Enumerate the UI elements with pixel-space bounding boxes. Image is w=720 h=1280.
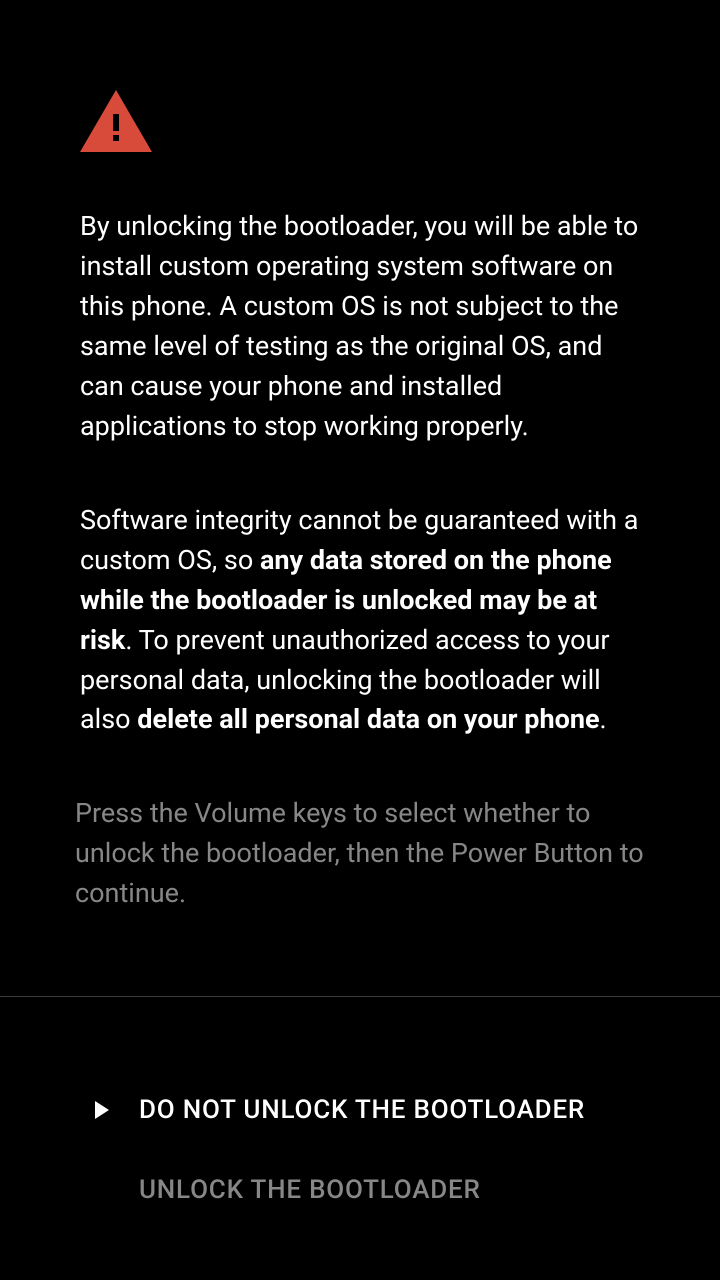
warning-paragraph-1: By unlocking the bootloader, you will be… [80, 207, 640, 447]
option-unlock-label: UNLOCK THE BOOTLOADER [139, 1175, 481, 1205]
option-unlock[interactable]: UNLOCK THE BOOTLOADER [0, 1150, 720, 1230]
section-divider [0, 996, 720, 997]
option-do-not-unlock[interactable]: DO NOT UNLOCK THE BOOTLOADER [0, 1070, 720, 1150]
options-list: DO NOT UNLOCK THE BOOTLOADER UNLOCK THE … [0, 1070, 720, 1230]
instruction-text: Press the Volume keys to select whether … [75, 794, 645, 914]
option-do-not-unlock-label: DO NOT UNLOCK THE BOOTLOADER [139, 1095, 585, 1125]
selection-marker-icon [95, 1101, 139, 1119]
warning-paragraph-2: Software integrity cannot be guaranteed … [80, 501, 640, 741]
warning-triangle-icon [80, 90, 640, 152]
